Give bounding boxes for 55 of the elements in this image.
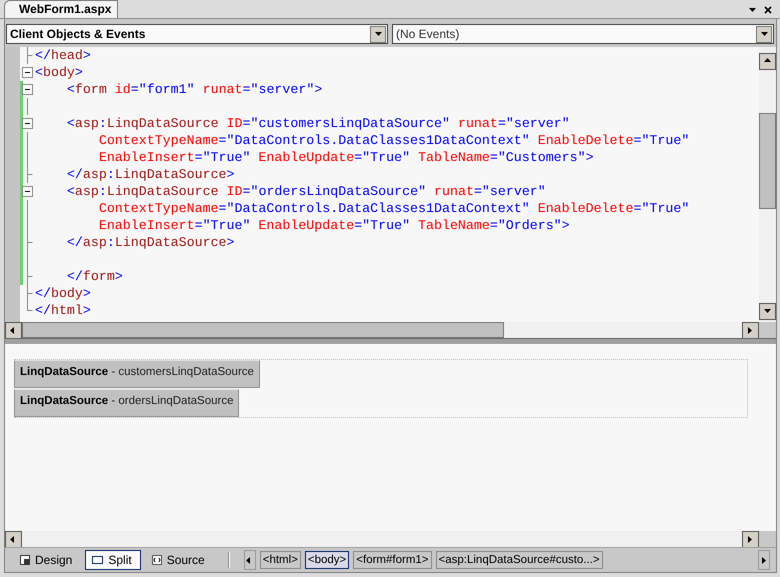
data-source-control[interactable]: LinqDataSource - customersLinqDataSource <box>14 360 260 388</box>
code-line: EnableInsert="True" EnableUpdate="True" TableName="Customers"> <box>98 150 594 165</box>
code-line: ContextTypeName="DataControls.DataClasses1DataContext" EnableDelete="True" <box>98 201 690 216</box>
vertical-scrollbar[interactable] <box>759 47 776 322</box>
down-arrow-icon <box>760 30 768 38</box>
scroll-left-button[interactable] <box>5 322 22 339</box>
collapse-icon[interactable] <box>22 67 33 78</box>
code-line: </asp:LinqDataSource> <box>66 235 235 250</box>
scroll-up-button[interactable] <box>759 53 776 70</box>
view-tab[interactable]: Design <box>13 550 82 570</box>
right-arrow-icon <box>760 556 768 564</box>
design-view-icon <box>20 555 30 565</box>
source-view-icon <box>152 555 162 565</box>
code-line: <form id="form1" runat="server"> <box>66 82 322 97</box>
scroll-left-button[interactable] <box>244 550 256 570</box>
code-line: ContextTypeName="DataControls.DataClasses1DataContext" EnableDelete="True" <box>98 133 690 148</box>
outline-line <box>27 98 28 115</box>
horizontal-scrollbar[interactable] <box>5 531 776 547</box>
code-line: </form> <box>66 269 123 284</box>
code-line: <asp:LinqDataSource ID="customersLinqDataSource" runat="server" <box>66 116 570 131</box>
data-source-control[interactable]: LinqDataSource - ordersLinqDataSource <box>14 389 240 417</box>
collapse-icon[interactable] <box>22 186 33 197</box>
close-icon[interactable] <box>764 6 772 14</box>
dropdown-icon[interactable] <box>749 8 756 12</box>
tag-breadcrumb[interactable]: <asp:LinqDataSource#custo...> <box>436 551 603 569</box>
pane-splitter[interactable] <box>5 338 776 345</box>
scroll-down-button[interactable] <box>759 303 776 320</box>
code-line: </html> <box>35 303 91 318</box>
view-tab[interactable]: Split <box>85 550 141 570</box>
document-tab[interactable]: WebForm1.aspx <box>4 0 118 18</box>
collapse-icon[interactable] <box>22 118 33 129</box>
horizontal-scrollbar[interactable] <box>5 322 776 338</box>
object-dropdown[interactable]: Client Objects & Events <box>6 24 388 44</box>
code-area[interactable] <box>35 47 759 322</box>
outline-line <box>27 251 28 268</box>
split-view-icon <box>92 556 104 564</box>
tag-breadcrumb[interactable]: <body> <box>304 551 350 569</box>
code-line: <asp:LinqDataSource ID="ordersLinqDataSource" runat="server" <box>66 184 546 199</box>
tag-breadcrumb[interactable]: <form#form1> <box>353 551 432 569</box>
tag-breadcrumb[interactable]: <html> <box>260 551 301 569</box>
scroll-left-button[interactable] <box>5 531 22 548</box>
code-line: </asp:LinqDataSource> <box>66 167 235 182</box>
scroll-thumb[interactable] <box>22 322 504 338</box>
scroll-right-button[interactable] <box>742 322 759 339</box>
down-arrow-icon <box>374 30 382 38</box>
view-tab[interactable]: Source <box>144 550 214 570</box>
scroll-right-button[interactable] <box>742 531 759 548</box>
code-line: EnableInsert="True" EnableUpdate="True" TableName="Orders"> <box>98 218 570 233</box>
event-dropdown[interactable]: (No Events) <box>392 24 774 44</box>
scroll-right-button[interactable] <box>758 550 770 570</box>
scroll-thumb[interactable] <box>759 113 776 209</box>
code-line: <body> <box>35 65 83 80</box>
code-line: </body> <box>35 286 91 301</box>
collapse-icon[interactable] <box>22 84 33 95</box>
code-line: </head> <box>35 48 91 63</box>
